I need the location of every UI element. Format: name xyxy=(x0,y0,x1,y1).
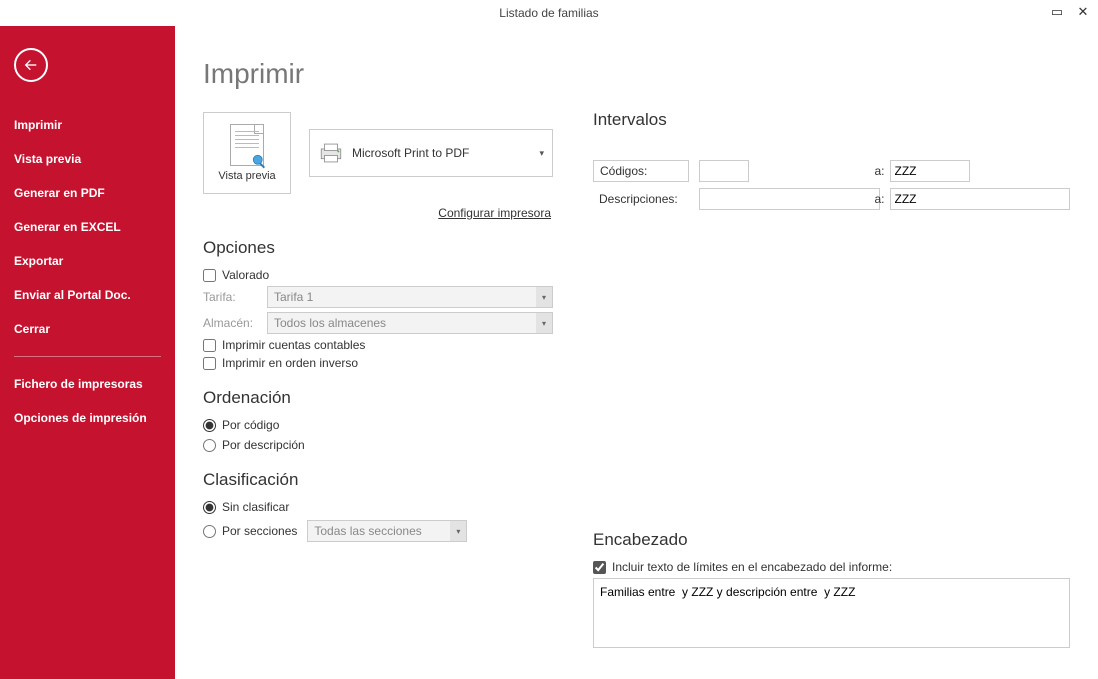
section-opciones: Opciones xyxy=(203,238,553,258)
radio-por-secciones-label: Por secciones xyxy=(222,524,297,538)
sidebar-label: Vista previa xyxy=(14,152,81,166)
chk-incluir-limites-input[interactable] xyxy=(593,561,606,574)
radio-por-descripcion-label: Por descripción xyxy=(222,438,305,452)
radio-por-codigo[interactable]: Por código xyxy=(203,418,553,432)
sidebar-item-imprimir[interactable]: Imprimir xyxy=(0,108,175,142)
printer-icon xyxy=(318,142,344,164)
sidebar-label: Imprimir xyxy=(14,118,62,132)
chk-valorado[interactable]: Valorado xyxy=(203,268,553,282)
a-label: a: xyxy=(870,192,890,206)
radio-por-descripcion-input[interactable] xyxy=(203,439,216,452)
radio-sin-clasificar-input[interactable] xyxy=(203,501,216,514)
preview-label: Vista previa xyxy=(218,170,275,182)
sidebar-item-exportar[interactable]: Exportar xyxy=(0,244,175,278)
maximize-icon[interactable]: ▭ xyxy=(1050,4,1064,20)
intervalos-grid: Códigos: a: Descripciones: a: xyxy=(593,160,1070,210)
radio-por-codigo-input[interactable] xyxy=(203,419,216,432)
radio-por-secciones-input[interactable] xyxy=(203,525,216,538)
section-ordenacion: Ordenación xyxy=(203,388,553,408)
sidebar-item-generar-pdf[interactable]: Generar en PDF xyxy=(0,176,175,210)
tarifa-label: Tarifa: xyxy=(203,290,259,304)
chk-cuentas-input[interactable] xyxy=(203,339,216,352)
tarifa-value xyxy=(267,286,553,308)
sidebar-label: Cerrar xyxy=(14,322,50,336)
printer-name: Microsoft Print to PDF xyxy=(352,146,531,160)
secciones-select[interactable]: ▾ xyxy=(307,520,467,542)
sidebar-item-enviar-portal[interactable]: Enviar al Portal Doc. xyxy=(0,278,175,312)
section-encabezado: Encabezado xyxy=(593,530,1070,550)
sidebar-label: Generar en EXCEL xyxy=(14,220,121,234)
chk-inverso[interactable]: Imprimir en orden inverso xyxy=(203,356,553,370)
preview-button[interactable]: Vista previa xyxy=(203,112,291,194)
sidebar-item-cerrar[interactable]: Cerrar xyxy=(0,312,175,346)
sidebar-item-opciones-impresion[interactable]: Opciones de impresión xyxy=(0,401,175,435)
titlebar: Listado de familias ▭ ✕ xyxy=(0,0,1098,26)
chk-incluir-limites-label: Incluir texto de límites en el encabezad… xyxy=(612,560,892,574)
document-icon xyxy=(230,124,264,166)
chevron-down-icon: ▾ xyxy=(536,313,552,333)
sidebar-label: Exportar xyxy=(14,254,63,268)
back-button[interactable] xyxy=(14,48,48,82)
chevron-down-icon: ▾ xyxy=(539,148,544,159)
main: Imprimir Vista previa M xyxy=(175,26,1098,679)
section-intervalos: Intervalos xyxy=(593,110,1070,130)
sidebar-item-generar-excel[interactable]: Generar en EXCEL xyxy=(0,210,175,244)
sidebar-item-fichero-impresoras[interactable]: Fichero de impresoras xyxy=(0,367,175,401)
almacen-select[interactable]: ▾ xyxy=(267,312,553,334)
secciones-value xyxy=(307,520,467,542)
chevron-down-icon: ▾ xyxy=(450,521,466,541)
radio-sin-clasificar[interactable]: Sin clasificar xyxy=(203,500,553,514)
chk-valorado-input[interactable] xyxy=(203,269,216,282)
sidebar-label: Enviar al Portal Doc. xyxy=(14,288,131,302)
section-clasificacion: Clasificación xyxy=(203,470,553,490)
encabezado-textarea[interactable] xyxy=(593,578,1070,648)
page-title: Imprimir xyxy=(203,58,553,90)
sidebar-label: Generar en PDF xyxy=(14,186,105,200)
printer-select[interactable]: Microsoft Print to PDF ▾ xyxy=(309,129,553,177)
configure-printer-link[interactable]: Configurar impresora xyxy=(203,206,553,220)
sidebar-label: Opciones de impresión xyxy=(14,411,147,425)
radio-por-secciones[interactable]: Por secciones xyxy=(203,524,297,538)
descripciones-label: Descripciones: xyxy=(593,192,689,206)
radio-por-codigo-label: Por código xyxy=(222,418,279,432)
chk-incluir-limites[interactable]: Incluir texto de límites en el encabezad… xyxy=(593,560,1070,574)
tarifa-select[interactable]: ▾ xyxy=(267,286,553,308)
sidebar-item-vista-previa[interactable]: Vista previa xyxy=(0,142,175,176)
chk-inverso-label: Imprimir en orden inverso xyxy=(222,356,358,370)
chk-inverso-input[interactable] xyxy=(203,357,216,370)
almacen-label: Almacén: xyxy=(203,316,259,330)
window-controls: ▭ ✕ xyxy=(1050,4,1090,20)
chevron-down-icon: ▾ xyxy=(536,287,552,307)
sidebar-separator xyxy=(14,356,161,357)
codigos-label: Códigos: xyxy=(593,160,689,182)
sidebar-label: Fichero de impresoras xyxy=(14,377,143,391)
radio-por-descripcion[interactable]: Por descripción xyxy=(203,438,553,452)
codigos-from-input[interactable] xyxy=(699,160,749,182)
desc-from-input[interactable] xyxy=(699,188,880,210)
sidebar: Imprimir Vista previa Generar en PDF Gen… xyxy=(0,26,175,679)
chk-cuentas[interactable]: Imprimir cuentas contables xyxy=(203,338,553,352)
radio-sin-clasificar-label: Sin clasificar xyxy=(222,500,289,514)
close-icon[interactable]: ✕ xyxy=(1076,4,1090,20)
chk-valorado-label: Valorado xyxy=(222,268,269,282)
chk-cuentas-label: Imprimir cuentas contables xyxy=(222,338,365,352)
window-title: Listado de familias xyxy=(0,6,1098,20)
almacen-value xyxy=(267,312,553,334)
codigos-to-input[interactable] xyxy=(890,160,970,182)
desc-to-input[interactable] xyxy=(890,188,1071,210)
a-label: a: xyxy=(870,164,890,178)
magnifier-icon xyxy=(251,153,269,171)
